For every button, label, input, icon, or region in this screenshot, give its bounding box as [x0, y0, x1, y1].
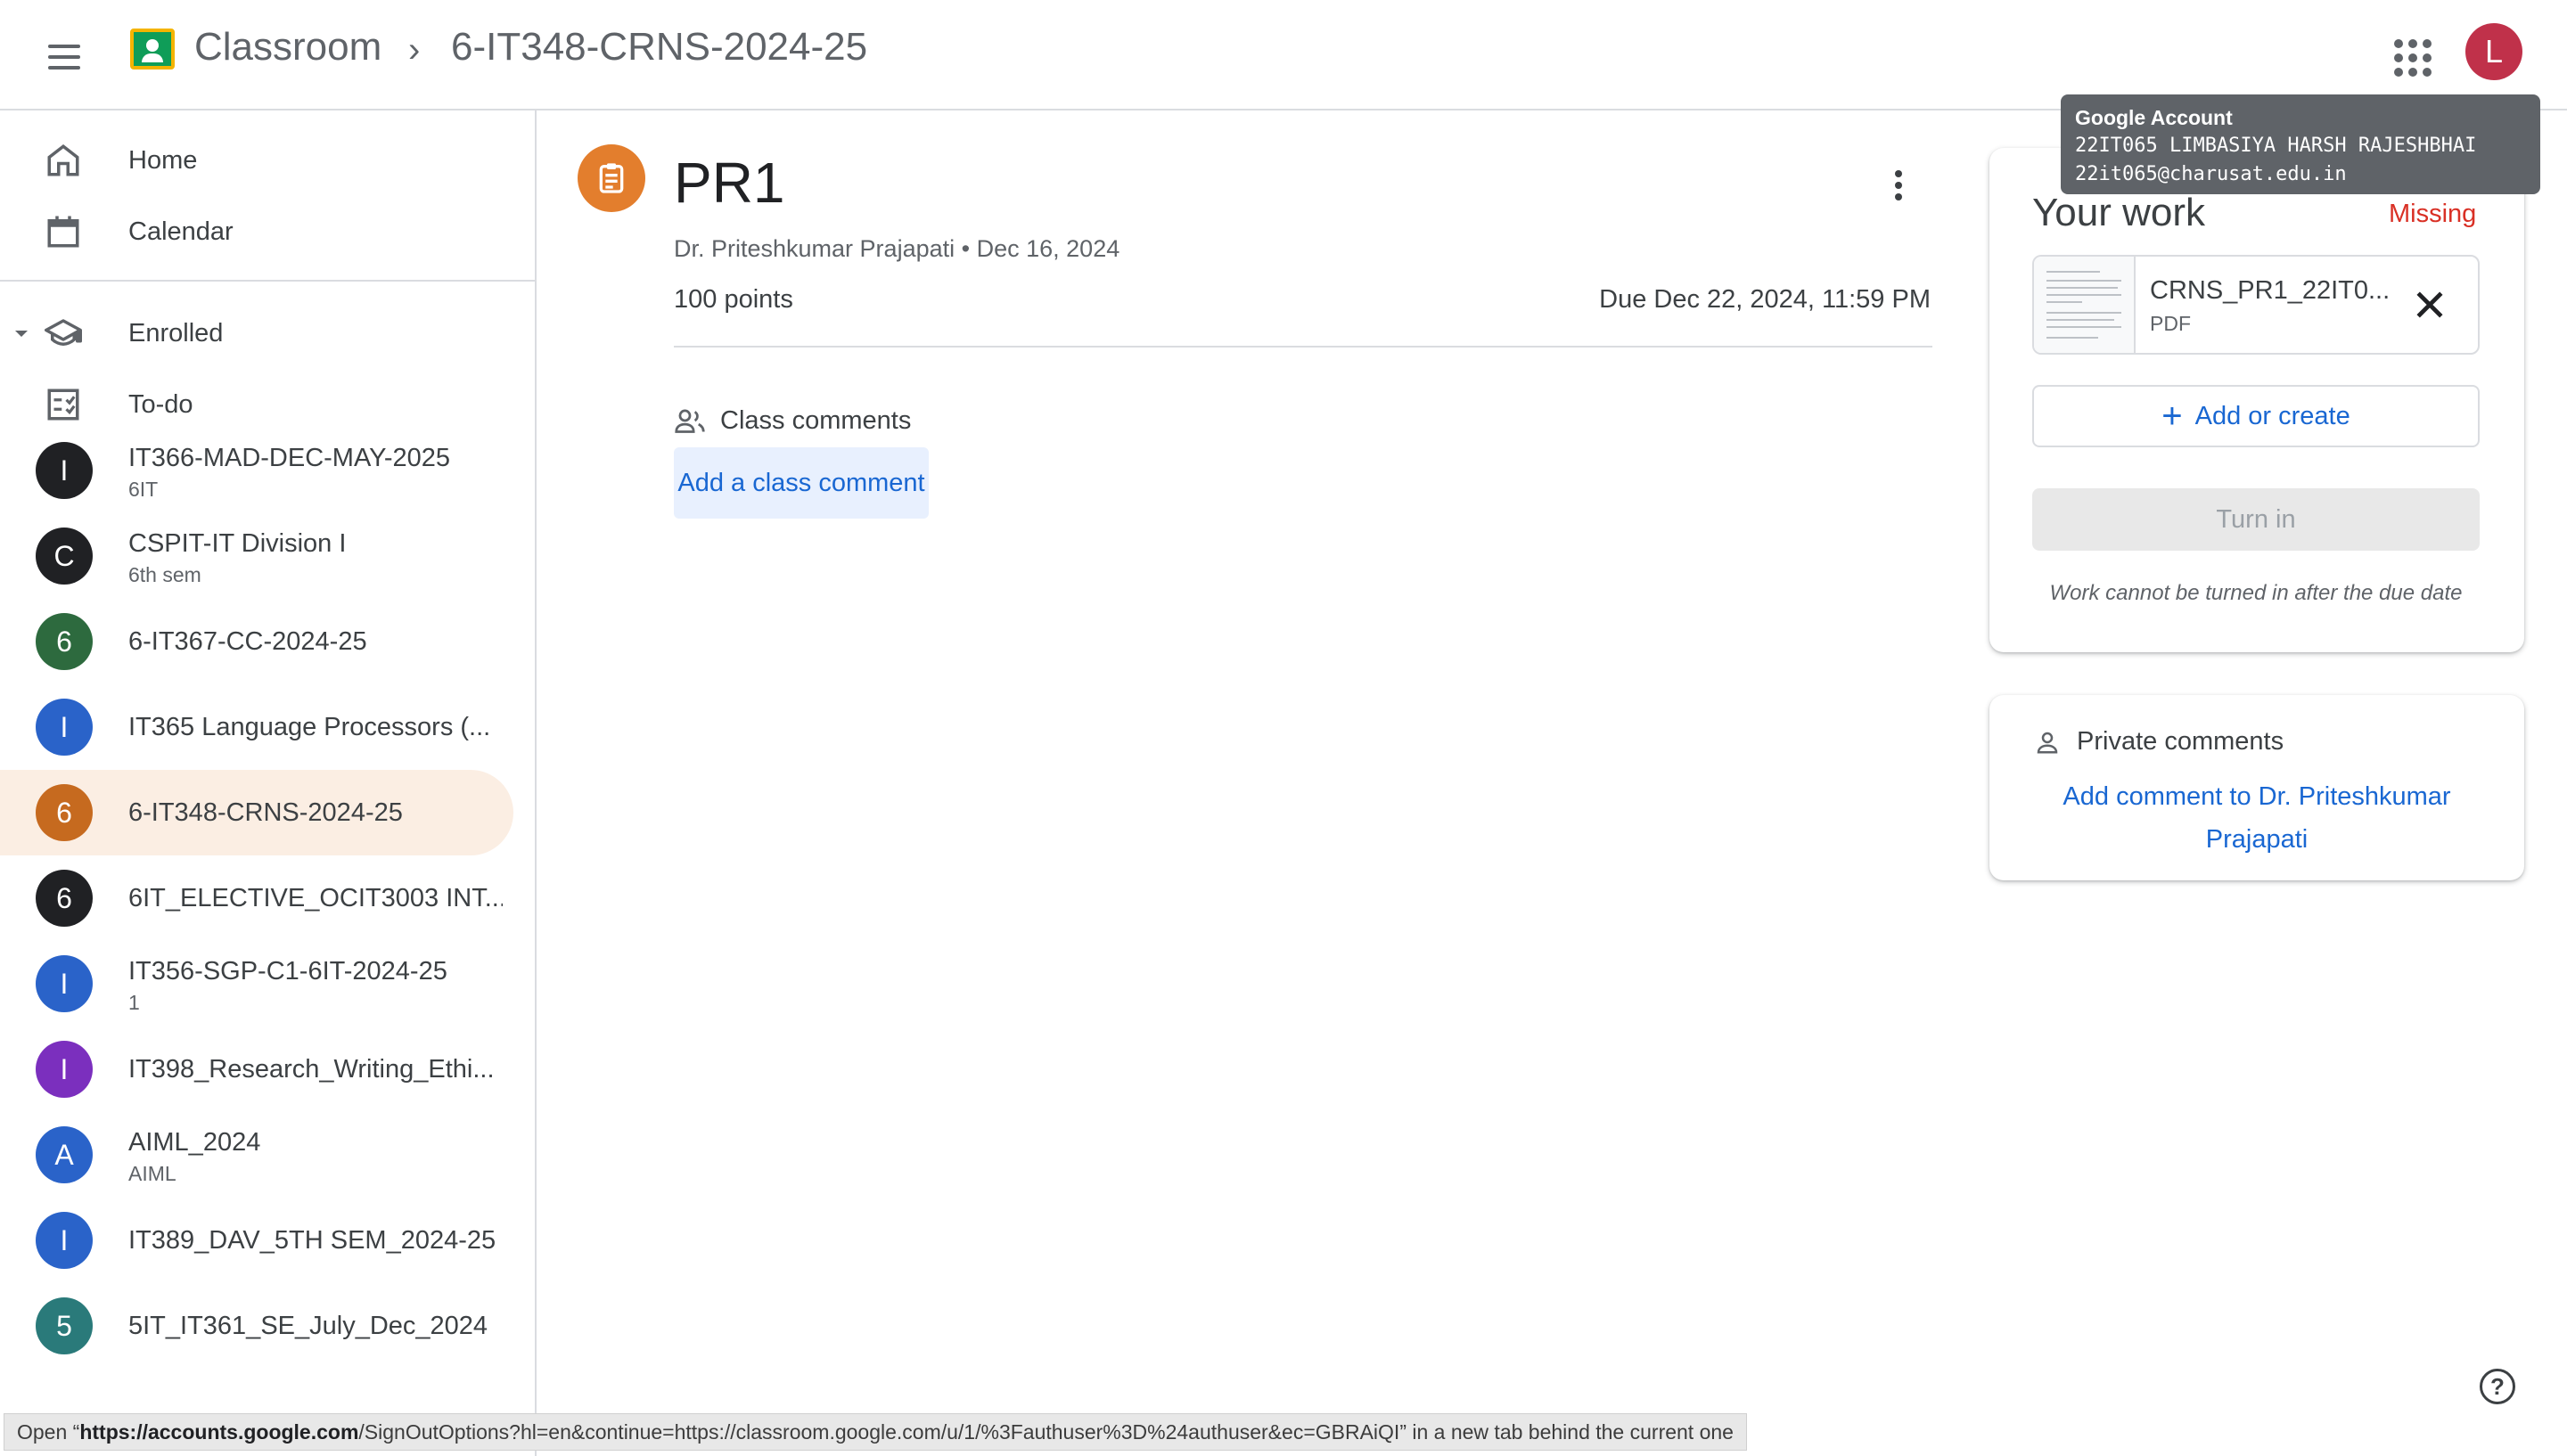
course-section: 1 [128, 991, 140, 1014]
course-name: IT356-SGP-C1-6IT-2024-25 [128, 957, 447, 986]
attachment-name: CRNS_PR1_22IT0... [2150, 276, 2391, 305]
todo-checklist-icon [47, 389, 79, 421]
sidebar-item-label: Home [128, 145, 198, 175]
add-or-create-label: Add or create [2194, 401, 2350, 430]
assignment-date: Dec 16, 2024 [976, 235, 1120, 262]
tooltip-account-email: 22it065@charusat.edu.in [2075, 163, 2347, 185]
main-menu-button[interactable] [39, 32, 89, 82]
course-avatar: C [36, 528, 93, 585]
sidebar-course-item[interactable]: I IT398_Research_Writing_Ethi... [0, 1027, 513, 1112]
browser-status-bar: Open “https://accounts.google.com/SignOu… [4, 1413, 1747, 1451]
plus-icon: + [2161, 397, 2183, 436]
google-apps-icon[interactable] [2389, 34, 2432, 77]
status-url-host: https://accounts.google.com [79, 1419, 359, 1444]
home-icon [47, 144, 79, 176]
people-icon [675, 409, 705, 433]
course-name: 6-IT348-CRNS-2024-25 [128, 798, 403, 827]
assignment-title: PR1 [674, 151, 785, 215]
close-icon[interactable] [2410, 285, 2449, 324]
sidebar: Home Calendar Enrolled To-do I IT366-MAD-… [0, 110, 537, 1456]
course-avatar: I [36, 1212, 93, 1269]
course-name: CSPIT-IT Division I [128, 529, 347, 558]
course-avatar: 6 [36, 784, 93, 841]
tooltip-title: Google Account [2075, 106, 2233, 129]
course-name: 6IT_ELECTIVE_OCIT3003 INT... [128, 884, 503, 912]
course-avatar: 6 [36, 870, 93, 927]
add-or-create-button[interactable]: + Add or create [2032, 385, 2480, 447]
status-url-rest: /SignOutOptions?hl=en&continue=https://c… [358, 1419, 1400, 1444]
course-name: IT398_Research_Writing_Ethi... [128, 1055, 495, 1084]
course-avatar: 6 [36, 613, 93, 670]
sidebar-item-label: Enrolled [128, 318, 224, 348]
sidebar-course-item[interactable]: I IT366-MAD-DEC-MAY-2025 6IT [0, 428, 513, 513]
course-name: IT365 Language Processors (... [128, 713, 491, 741]
course-section: 6IT [128, 478, 159, 501]
turn-in-note: Work cannot be turned in after the due d… [2049, 581, 2463, 605]
assignment-divider [674, 346, 1932, 348]
course-avatar: 5 [36, 1297, 93, 1354]
tooltip-account-name: 22IT065 LIMBASIYA HARSH RAJESHBHAI [2075, 135, 2477, 157]
graduation-cap-icon [45, 319, 82, 347]
status-badge: Missing [2389, 200, 2477, 228]
turn-in-button[interactable]: Turn in [2032, 488, 2480, 551]
sidebar-course-item[interactable]: 5 5IT_IT361_SE_July_Dec_2024 [0, 1283, 513, 1369]
assignment-points: 100 points [674, 285, 793, 314]
attachment-type: PDF [2150, 312, 2191, 335]
status-suffix: ” in a new tab behind the current one [1399, 1419, 1734, 1444]
your-work-title: Your work [2032, 191, 2206, 234]
private-comments-label: Private comments [2077, 727, 2284, 756]
course-name: 6-IT367-CC-2024-25 [128, 627, 367, 656]
breadcrumb-course-name[interactable]: 6-IT348-CRNS-2024-25 [451, 25, 867, 70]
caret-down-icon[interactable] [11, 323, 32, 344]
sidebar-item-home[interactable]: Home [0, 125, 513, 196]
course-section: 6th sem [128, 563, 201, 586]
add-private-comment-link[interactable]: Add comment to Dr. Priteshkumar Prajapat… [2034, 775, 2480, 861]
sidebar-item-calendar[interactable]: Calendar [0, 196, 513, 267]
course-section: AIML [128, 1162, 176, 1185]
sidebar-divider [0, 280, 535, 282]
more-options-icon[interactable] [1881, 166, 1916, 205]
sidebar-course-item[interactable]: I IT365 Language Processors (... [0, 684, 513, 770]
course-avatar: I [36, 1041, 93, 1098]
app-name[interactable]: Classroom [194, 25, 381, 70]
calendar-icon [47, 216, 79, 248]
sidebar-course-item[interactable]: 6 6-IT348-CRNS-2024-25 [0, 770, 513, 855]
assignment-due-date: Due Dec 22, 2024, 11:59 PM [1599, 285, 1931, 314]
sidebar-course-item[interactable]: I IT356-SGP-C1-6IT-2024-25 1 [0, 941, 513, 1027]
sidebar-item-label: To-do [128, 389, 193, 419]
meta-separator: • [961, 235, 971, 262]
assignment-icon [578, 144, 645, 212]
course-avatar: A [36, 1126, 93, 1183]
classroom-logo-icon[interactable] [130, 29, 175, 70]
sidebar-course-item[interactable]: 6 6IT_ELECTIVE_OCIT3003 INT... [0, 855, 513, 941]
course-avatar: I [36, 442, 93, 499]
add-class-comment-button[interactable]: Add a class comment [674, 447, 929, 519]
person-icon [2037, 732, 2058, 754]
sidebar-course-item[interactable]: C CSPIT-IT Division I 6th sem [0, 513, 513, 599]
course-avatar: I [36, 699, 93, 756]
account-tooltip: Google Account 22IT065 LIMBASIYA HARSH R… [2061, 94, 2540, 194]
sidebar-item-label: Calendar [128, 217, 234, 246]
sidebar-course-item[interactable]: 6 6-IT367-CC-2024-25 [0, 599, 513, 684]
breadcrumb-chevron-icon: › [408, 30, 421, 70]
course-name: IT366-MAD-DEC-MAY-2025 [128, 444, 450, 472]
assignment-meta: Dr. Priteshkumar Prajapati • Dec 16, 202… [674, 235, 1119, 263]
help-icon[interactable]: ? [2480, 1369, 2515, 1404]
course-name: 5IT_IT361_SE_July_Dec_2024 [128, 1312, 488, 1340]
class-comments-label: Class comments [720, 406, 912, 435]
pdf-thumbnail [2034, 257, 2136, 353]
course-name: IT389_DAV_5TH SEM_2024-25 [128, 1226, 496, 1255]
account-avatar[interactable]: L [2465, 23, 2522, 80]
course-name: AIML_2024 [128, 1128, 261, 1157]
sidebar-course-item[interactable]: A AIML_2024 AIML [0, 1112, 513, 1198]
status-prefix: Open “ [17, 1419, 80, 1444]
assignment-author: Dr. Priteshkumar Prajapati [674, 235, 955, 262]
course-avatar: I [36, 955, 93, 1012]
sidebar-item-enrolled[interactable]: Enrolled [0, 298, 513, 369]
sidebar-course-item[interactable]: I IT389_DAV_5TH SEM_2024-25 [0, 1198, 513, 1283]
